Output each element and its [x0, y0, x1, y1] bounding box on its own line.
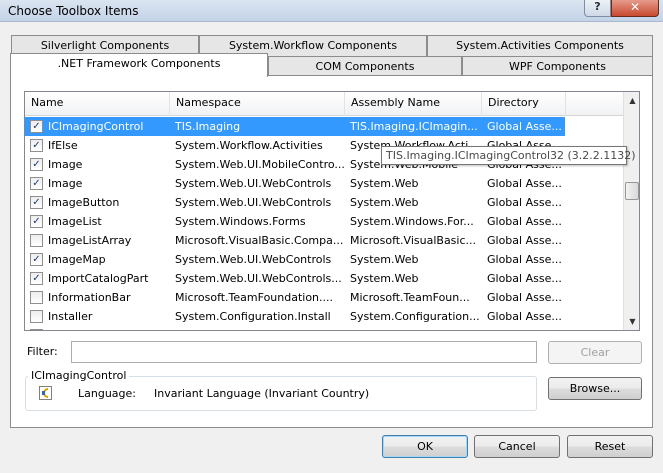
row-checkbox[interactable]: ✓	[30, 215, 43, 228]
cell-directory: Global Asse...	[487, 215, 562, 228]
cell-namespace: System.Web.UI.WebControls...	[175, 272, 342, 285]
language-label: Language:	[78, 387, 136, 400]
cell-assembly: Microsoft.TeamFoun...	[350, 291, 470, 304]
tab-wpf-components[interactable]: WPF Components	[462, 56, 653, 77]
cell-name: Installer	[48, 310, 93, 323]
help-button[interactable]: ?	[584, 0, 611, 17]
cell-namespace: Microsoft.TeamFoundation....	[175, 291, 334, 304]
vertical-scrollbar[interactable]: ▲ ▼	[623, 92, 639, 330]
cell-namespace: System.Web.UI.WebControls	[175, 196, 332, 209]
cell-name: Image	[48, 158, 83, 171]
filter-input[interactable]	[71, 341, 537, 363]
reset-button[interactable]: Reset	[567, 435, 653, 458]
cell-directory: Global Asse...	[487, 177, 562, 190]
row-checkbox[interactable]: ✓	[30, 196, 43, 209]
cell-name: Image	[48, 177, 83, 190]
table-row[interactable]: InvokeWebService System.Workflow.Activiti…	[25, 326, 623, 330]
table-row[interactable]: ImageListArray Microsoft.VisualBasic.Comp…	[25, 231, 623, 250]
assembly-tooltip: TIS.Imaging.ICImagingControl32 (3.2.2.11…	[381, 146, 636, 165]
table-row[interactable]: ✓ ImageList System.Windows.Forms System.Win…	[25, 212, 623, 231]
row-checkbox[interactable]	[30, 234, 43, 247]
tab-com-components[interactable]: COM Components	[268, 56, 462, 77]
scroll-down-icon[interactable]: ▼	[624, 313, 639, 330]
clear-button[interactable]: Clear	[548, 341, 642, 364]
filter-label: Filter:	[27, 345, 58, 358]
cell-assembly: System.Web	[350, 196, 419, 209]
choose-toolbox-items-dialog: Choose Toolbox Items ? ✕ Silverlight Com…	[0, 0, 663, 473]
scroll-thumb[interactable]	[625, 182, 639, 200]
cell-assembly: Microsoft.VisualBasic...	[350, 234, 477, 247]
table-row[interactable]: InformationBar Microsoft.TeamFoundation..…	[25, 288, 623, 307]
row-checkbox[interactable]: ✓	[30, 158, 43, 171]
ok-button[interactable]: OK	[382, 435, 468, 458]
row-checkbox[interactable]: ✓	[30, 139, 43, 152]
cell-assembly: System.Windows.For...	[350, 215, 474, 228]
column-header-namespace[interactable]: Namespace	[170, 92, 345, 116]
cell-name: ImageMap	[48, 253, 106, 266]
table-row[interactable]: ✓ Image System.Web.UI.WebControls System.We…	[25, 174, 623, 193]
window-title: Choose Toolbox Items	[8, 4, 139, 18]
table-row[interactable]: ✓ ImportCatalogPart System.Web.UI.WebContr…	[25, 269, 623, 288]
column-header-name[interactable]: Name	[25, 92, 170, 116]
row-checkbox[interactable]: ✓	[30, 253, 43, 266]
cell-assembly: System.Web	[350, 272, 419, 285]
cell-assembly: TIS.Imaging.ICImagin...	[350, 120, 478, 133]
row-checkbox[interactable]	[30, 329, 43, 330]
tab-net-framework-components[interactable]: .NET Framework Components	[10, 53, 268, 77]
cell-namespace: System.Configuration.Install	[175, 310, 331, 323]
cell-directory: Global Asse...	[487, 234, 562, 247]
row-checkbox[interactable]: ✓	[30, 120, 43, 133]
cell-name: InvokeWebService	[48, 326, 170, 330]
cell-directory: Global Asse...	[487, 326, 565, 330]
cell-assembly: System.Web	[350, 253, 419, 266]
row-checkbox[interactable]	[30, 291, 43, 304]
column-header-assembly-name[interactable]: Assembly Name	[345, 92, 482, 116]
cell-namespace: System.Web.UI.WebControls	[175, 177, 332, 190]
assembly-icon	[39, 386, 52, 400]
row-checkbox[interactable]	[30, 310, 43, 323]
cell-namespace: System.Windows.Forms	[175, 215, 306, 228]
browse-button[interactable]: Browse...	[548, 377, 642, 400]
table-row[interactable]: ✓ ImageButton System.Web.UI.WebControls Sys…	[25, 193, 623, 212]
cell-namespace: System.Web.UI.MobileContro...	[175, 158, 345, 171]
cell-namespace: System.Workflow.Activities	[175, 139, 323, 152]
cell-assembly: System.Web	[350, 177, 419, 190]
cell-name: ImageList	[48, 215, 102, 228]
cell-namespace: System.Workflow.Activities	[175, 326, 345, 330]
info-group-title: ICImagingControl	[28, 369, 130, 382]
cell-name: ICImagingControl	[48, 120, 144, 133]
column-header-directory[interactable]: Directory	[482, 92, 566, 116]
row-checkbox[interactable]: ✓	[30, 177, 43, 190]
table-row[interactable]: ✓ ICImagingControl TIS.Imaging TIS.Imaging.…	[25, 117, 565, 136]
table-row[interactable]: ✓ ImageMap System.Web.UI.WebControls System…	[25, 250, 623, 269]
scroll-up-icon[interactable]: ▲	[624, 92, 639, 109]
cell-directory: Global Asse...	[487, 196, 562, 209]
language-value: Invariant Language (Invariant Country)	[154, 387, 370, 400]
cell-directory: Global Asse...	[487, 253, 562, 266]
cancel-button[interactable]: Cancel	[474, 435, 560, 458]
cell-name: ImportCatalogPart	[48, 272, 149, 285]
cell-directory: Global Asse...	[487, 120, 562, 133]
table-row[interactable]: Installer System.Configuration.Install Sys…	[25, 307, 623, 326]
close-button[interactable]: ✕	[611, 0, 659, 17]
cell-directory: Global Asse...	[487, 272, 562, 285]
cell-assembly: System.Configuration...	[350, 310, 480, 323]
cell-name: ImageListArray	[48, 234, 132, 247]
cell-namespace: Microsoft.VisualBasic.Compa...	[175, 234, 344, 247]
components-list[interactable]: Name Namespace Assembly Name Directory ✓…	[24, 91, 640, 331]
cell-directory: Global Asse...	[487, 310, 562, 323]
cell-name: IfElse	[48, 139, 78, 152]
title-bar: Choose Toolbox Items ? ✕	[0, 0, 663, 22]
cell-name: ImageButton	[48, 196, 120, 209]
cell-namespace: TIS.Imaging	[175, 120, 241, 133]
cell-namespace: System.Web.UI.WebControls	[175, 253, 332, 266]
list-header: Name Namespace Assembly Name Directory	[25, 92, 623, 116]
tab-system-activities-components[interactable]: System.Activities Components	[427, 35, 653, 56]
cell-directory: Global Asse...	[487, 291, 562, 304]
row-checkbox[interactable]: ✓	[30, 272, 43, 285]
cell-name: InformationBar	[48, 291, 131, 304]
cell-assembly: System.Workflow.Acti...	[350, 326, 482, 330]
